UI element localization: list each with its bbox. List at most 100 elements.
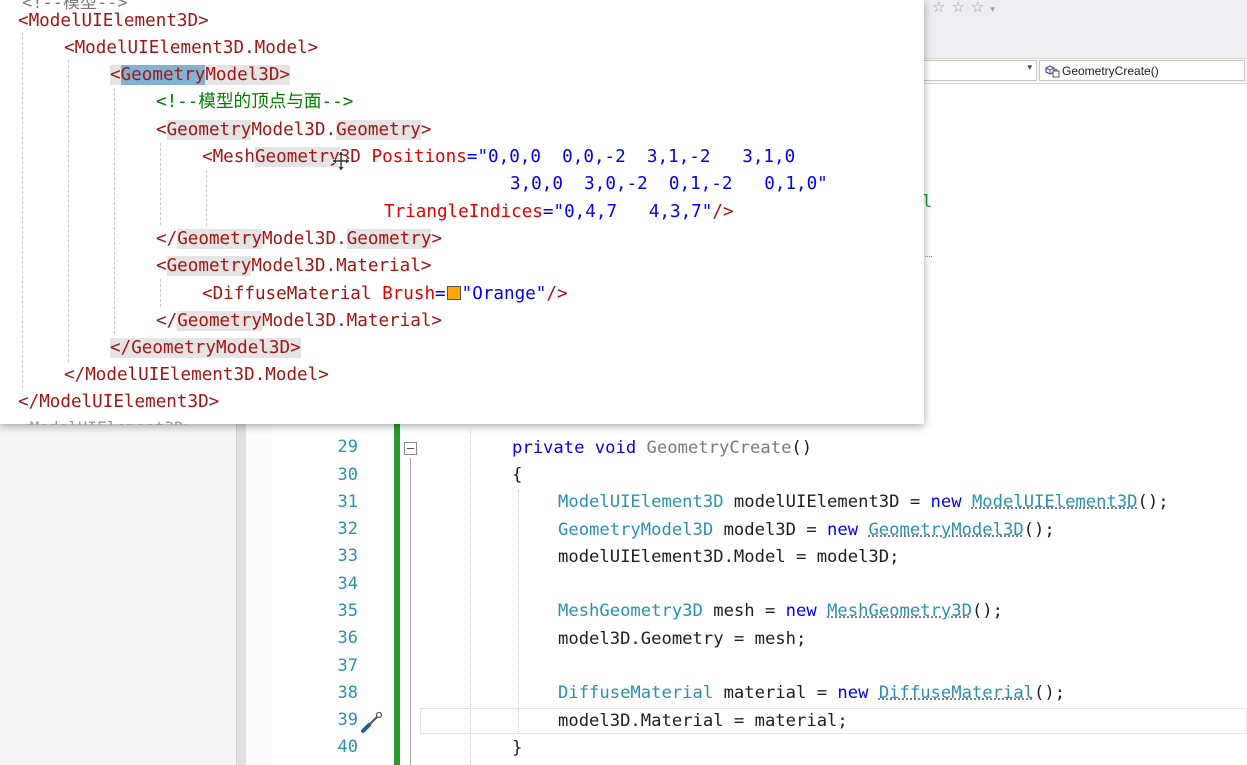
xaml-attribute: Brush	[382, 284, 436, 304]
code-text: ();	[1023, 520, 1055, 540]
line-number: 38	[337, 683, 358, 703]
quick-actions-screwdriver-icon[interactable]	[360, 710, 384, 734]
line-number: 39	[337, 710, 358, 730]
code-text: modelUIElement3D =	[723, 492, 931, 512]
member-dropdown[interactable]: GeometryCreate()	[1039, 60, 1245, 81]
line-number: 30	[337, 465, 358, 485]
xaml-line[interactable]: <ModelUIElement3D>	[18, 8, 209, 35]
keyword: new	[837, 683, 869, 703]
xaml-line[interactable]: <GeometryModel3D>	[110, 62, 291, 89]
type-dropdown[interactable]: ▾	[920, 60, 1037, 81]
xaml-attribute: TriangleIndices	[384, 202, 543, 222]
type-name: MeshGeometry3D	[827, 601, 972, 621]
indent-guide	[160, 143, 161, 225]
code-line-40[interactable]: }	[512, 735, 522, 762]
xaml-tag: Model3D	[215, 338, 291, 358]
xaml-overlay-panel: <!--模型--> <ModelUIElement3D> <ModelUIEle…	[0, 0, 924, 425]
code-text: model3D =	[713, 520, 828, 540]
code-line-30[interactable]: {	[512, 462, 522, 489]
line-number: 33	[337, 546, 358, 566]
indent-guide	[114, 88, 115, 334]
editor-margin	[246, 410, 272, 765]
code-text: ();	[1034, 683, 1066, 703]
xaml-value: "Orange"	[461, 284, 547, 304]
xaml-line[interactable]: TriangleIndices="0,4,7 4,3,7"/>	[384, 199, 734, 226]
xaml-line[interactable]: <GeometryModel3D.Geometry>	[156, 117, 431, 144]
xaml-line[interactable]: </GeometryModel3D.Geometry>	[156, 226, 442, 253]
indent-guide	[160, 279, 161, 307]
indent-guide	[68, 60, 69, 362]
xaml-line[interactable]: <DiffuseMaterial Brush= "Orange"/>	[202, 281, 568, 308]
type-name: ModelUIElement3D	[558, 492, 724, 512]
code-text: mesh =	[702, 601, 786, 621]
xaml-tag: Geometry	[336, 120, 421, 140]
code-line-35[interactable]: MeshGeometry3D mesh = new MeshGeometry3D…	[558, 598, 1003, 625]
code-text: ();	[971, 601, 1003, 621]
outline-line	[410, 458, 411, 765]
star-icons: ☆☆☆▾	[932, 0, 1001, 16]
keyword: new	[930, 492, 962, 512]
xaml-value: "0,4,7 4,3,7"	[553, 202, 713, 222]
code-text: material =	[713, 683, 838, 703]
code-line-39[interactable]: model3D.Material = material;	[558, 708, 848, 735]
indent-guide	[518, 490, 519, 734]
xaml-comment[interactable]: <!--模型的顶点与面-->	[156, 89, 353, 116]
xaml-value[interactable]: 3,0,0 3,0,-2 0,1,-2 0,1,0"	[510, 171, 828, 198]
xaml-line[interactable]: <ModelUIElement3D.Model>	[64, 35, 318, 62]
keyword: new	[785, 601, 817, 621]
keyword: new	[827, 520, 859, 540]
line-number: 32	[337, 519, 358, 539]
xaml-tag: Geometry	[166, 256, 252, 276]
xaml-line[interactable]: </ModelUIElement3D>	[18, 389, 219, 416]
line-number: 36	[337, 628, 358, 648]
xaml-tag: Model3D.	[251, 120, 337, 140]
partial-xaml-line: <ModelUIElement3D>	[20, 418, 193, 425]
code-line-38[interactable]: DiffuseMaterial material = new DiffuseMa…	[558, 680, 1065, 707]
type-name: ModelUIElement3D	[971, 492, 1138, 512]
code-line-31[interactable]: ModelUIElement3D modelUIElement3D = new …	[558, 489, 1169, 516]
xaml-tag: Geometry	[346, 229, 432, 249]
xaml-tag: Model3D.Material	[261, 311, 432, 331]
color-swatch-orange[interactable]	[446, 286, 461, 300]
xaml-line[interactable]: </GeometryModel3D>	[110, 335, 301, 362]
xaml-tag: ModelUIElement3D.Model	[85, 365, 319, 385]
indent-guide	[22, 32, 23, 388]
move-cursor-icon	[333, 152, 349, 170]
xaml-attribute: Positions	[371, 147, 467, 167]
xaml-line[interactable]: <MeshGeometry3D Positions="0,0,0 0,0,-2 …	[202, 144, 795, 171]
xaml-tag: Geometry	[166, 120, 252, 140]
xaml-tag: DiffuseMaterial	[212, 284, 372, 304]
line-number: 35	[337, 601, 358, 621]
code-line-29[interactable]: private void GeometryCreate()	[512, 435, 812, 462]
indent-guide	[206, 170, 207, 226]
xaml-line[interactable]: </ModelUIElement3D.Model>	[64, 362, 329, 389]
code-line-36[interactable]: model3D.Geometry = mesh;	[558, 626, 806, 653]
member-dropdown-label: GeometryCreate()	[1062, 64, 1159, 78]
type-name: GeometryModel3D	[868, 520, 1024, 540]
code-line-32[interactable]: GeometryModel3D model3D = new GeometryMo…	[558, 517, 1055, 544]
xaml-tag: Geometry	[177, 229, 262, 249]
code-line-33[interactable]: modelUIElement3D.Model = model3D;	[558, 544, 899, 571]
line-number: 37	[337, 656, 358, 676]
type-name: DiffuseMaterial	[878, 683, 1035, 703]
method-icon	[1045, 65, 1060, 78]
xaml-line[interactable]: </GeometryModel3D.Material>	[156, 308, 442, 335]
xaml-tag: Model3D	[205, 65, 280, 85]
xaml-tag: ModelUIElement3D.Model	[74, 38, 308, 58]
xaml-tag: Mesh	[212, 147, 255, 167]
change-tracking-bar	[394, 410, 400, 765]
xaml-tag: Model3D.Material	[251, 256, 421, 276]
pane-splitter[interactable]	[236, 410, 246, 765]
line-number: 29	[337, 437, 358, 457]
chevron-down-icon: ▾	[1027, 63, 1032, 73]
xaml-tag: Geometry	[177, 311, 262, 331]
xaml-value: "0,0,0 0,0,-2 3,1,-2 3,1,0	[477, 147, 796, 167]
type-name: MeshGeometry3D	[558, 601, 703, 621]
type-name: DiffuseMaterial	[558, 683, 714, 703]
xaml-tag-selected: Geometry	[120, 65, 206, 85]
xaml-tag: Geometry	[254, 147, 340, 167]
collapse-toggle[interactable]	[404, 442, 417, 455]
xaml-line[interactable]: <GeometryModel3D.Material>	[156, 253, 431, 280]
method-name: GeometryCreate	[646, 438, 792, 458]
xaml-tag: Model3D.	[261, 229, 347, 249]
